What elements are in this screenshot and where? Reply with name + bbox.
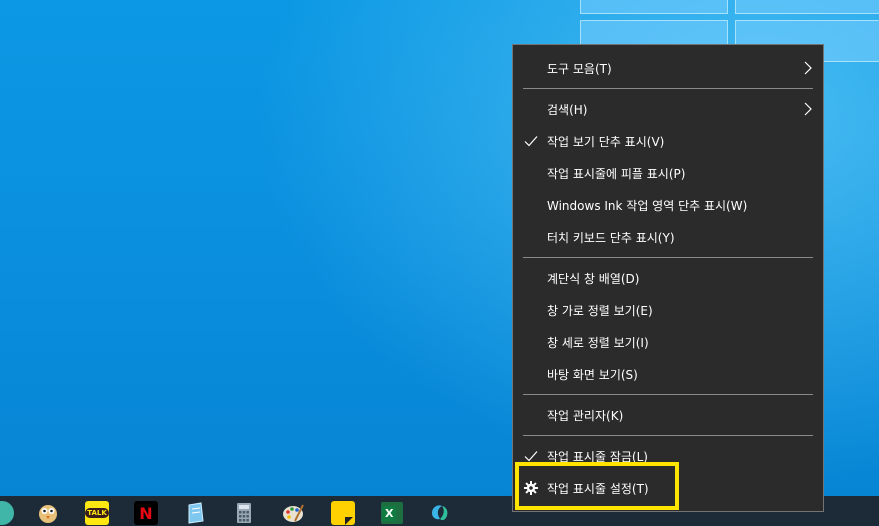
excel-icon-body: X — [381, 502, 403, 524]
menu-item-label: 창 가로 정렬 보기(E) — [547, 303, 653, 318]
menu-item-label: 작업 보기 단추 표시(V) — [547, 134, 665, 149]
menu-item-show-people[interactable]: 작업 표시줄에 피플 표시(P) — [513, 158, 823, 188]
calculator-icon[interactable] — [232, 501, 256, 525]
menu-item-cascade-windows[interactable]: 계단식 창 배열(D) — [513, 263, 823, 293]
app-icon[interactable] — [428, 501, 452, 525]
menu-item-label: 바탕 화면 보기(S) — [547, 367, 638, 382]
menu-item-show-stacked[interactable]: 창 가로 정렬 보기(E) — [513, 295, 823, 325]
menu-item-show-desktop[interactable]: 바탕 화면 보기(S) — [513, 359, 823, 389]
kakaotalk-icon-text: TALK — [85, 508, 109, 518]
excel-icon[interactable]: X — [380, 501, 404, 525]
netflix-icon-text: N — [139, 503, 153, 523]
menu-separator — [523, 394, 813, 395]
menu-item-show-side-by-side[interactable]: 창 세로 정렬 보기(I) — [513, 327, 823, 357]
menu-separator — [523, 257, 813, 258]
windows-logo-pane — [735, 0, 879, 14]
menu-item-touch-keyboard[interactable]: 터치 키보드 단추 표시(Y) — [513, 222, 823, 252]
menu-item-label: Windows Ink 작업 영역 단추 표시(W) — [547, 198, 748, 213]
menu-item-show-task-view-button[interactable]: 작업 보기 단추 표시(V) — [513, 126, 823, 156]
menu-separator — [523, 435, 813, 436]
menu-separator — [523, 88, 813, 89]
menu-item-label: 검색(H) — [547, 102, 588, 117]
sticky-notes-icon[interactable] — [331, 501, 355, 525]
chevron-right-icon — [804, 61, 812, 75]
notepad-icon[interactable] — [183, 501, 207, 525]
checkmark-icon — [524, 136, 538, 147]
menu-item-label: 작업 관리자(K) — [547, 408, 624, 423]
kakaotalk-icon[interactable]: TALK — [85, 501, 109, 525]
paint-icon[interactable] — [281, 501, 305, 525]
netflix-icon[interactable]: N — [134, 501, 158, 525]
menu-item-label: 창 세로 정렬 보기(I) — [547, 335, 649, 350]
menu-item-label: 터치 키보드 단추 표시(Y) — [547, 230, 675, 245]
menu-item-label: 도구 모음(T) — [547, 61, 612, 76]
menu-item-windows-ink[interactable]: Windows Ink 작업 영역 단추 표시(W) — [513, 190, 823, 220]
menu-item-toolbars[interactable]: 도구 모음(T) — [513, 53, 823, 83]
owl-app-icon[interactable] — [36, 501, 60, 525]
app-icon[interactable] — [0, 501, 14, 525]
excel-icon-text: X — [382, 505, 397, 521]
chevron-right-icon — [804, 102, 812, 116]
menu-item-label: 작업 표시줄에 피플 표시(P) — [547, 166, 686, 181]
highlight-box — [515, 462, 679, 510]
taskbar-context-menu: 도구 모음(T) 검색(H) 작업 보기 단추 표시(V) 작업 표시줄에 피플… — [512, 44, 824, 512]
windows-logo-pane — [580, 0, 728, 14]
menu-item-label: 계단식 창 배열(D) — [547, 271, 640, 286]
menu-item-search[interactable]: 검색(H) — [513, 94, 823, 124]
menu-item-task-manager[interactable]: 작업 관리자(K) — [513, 400, 823, 430]
